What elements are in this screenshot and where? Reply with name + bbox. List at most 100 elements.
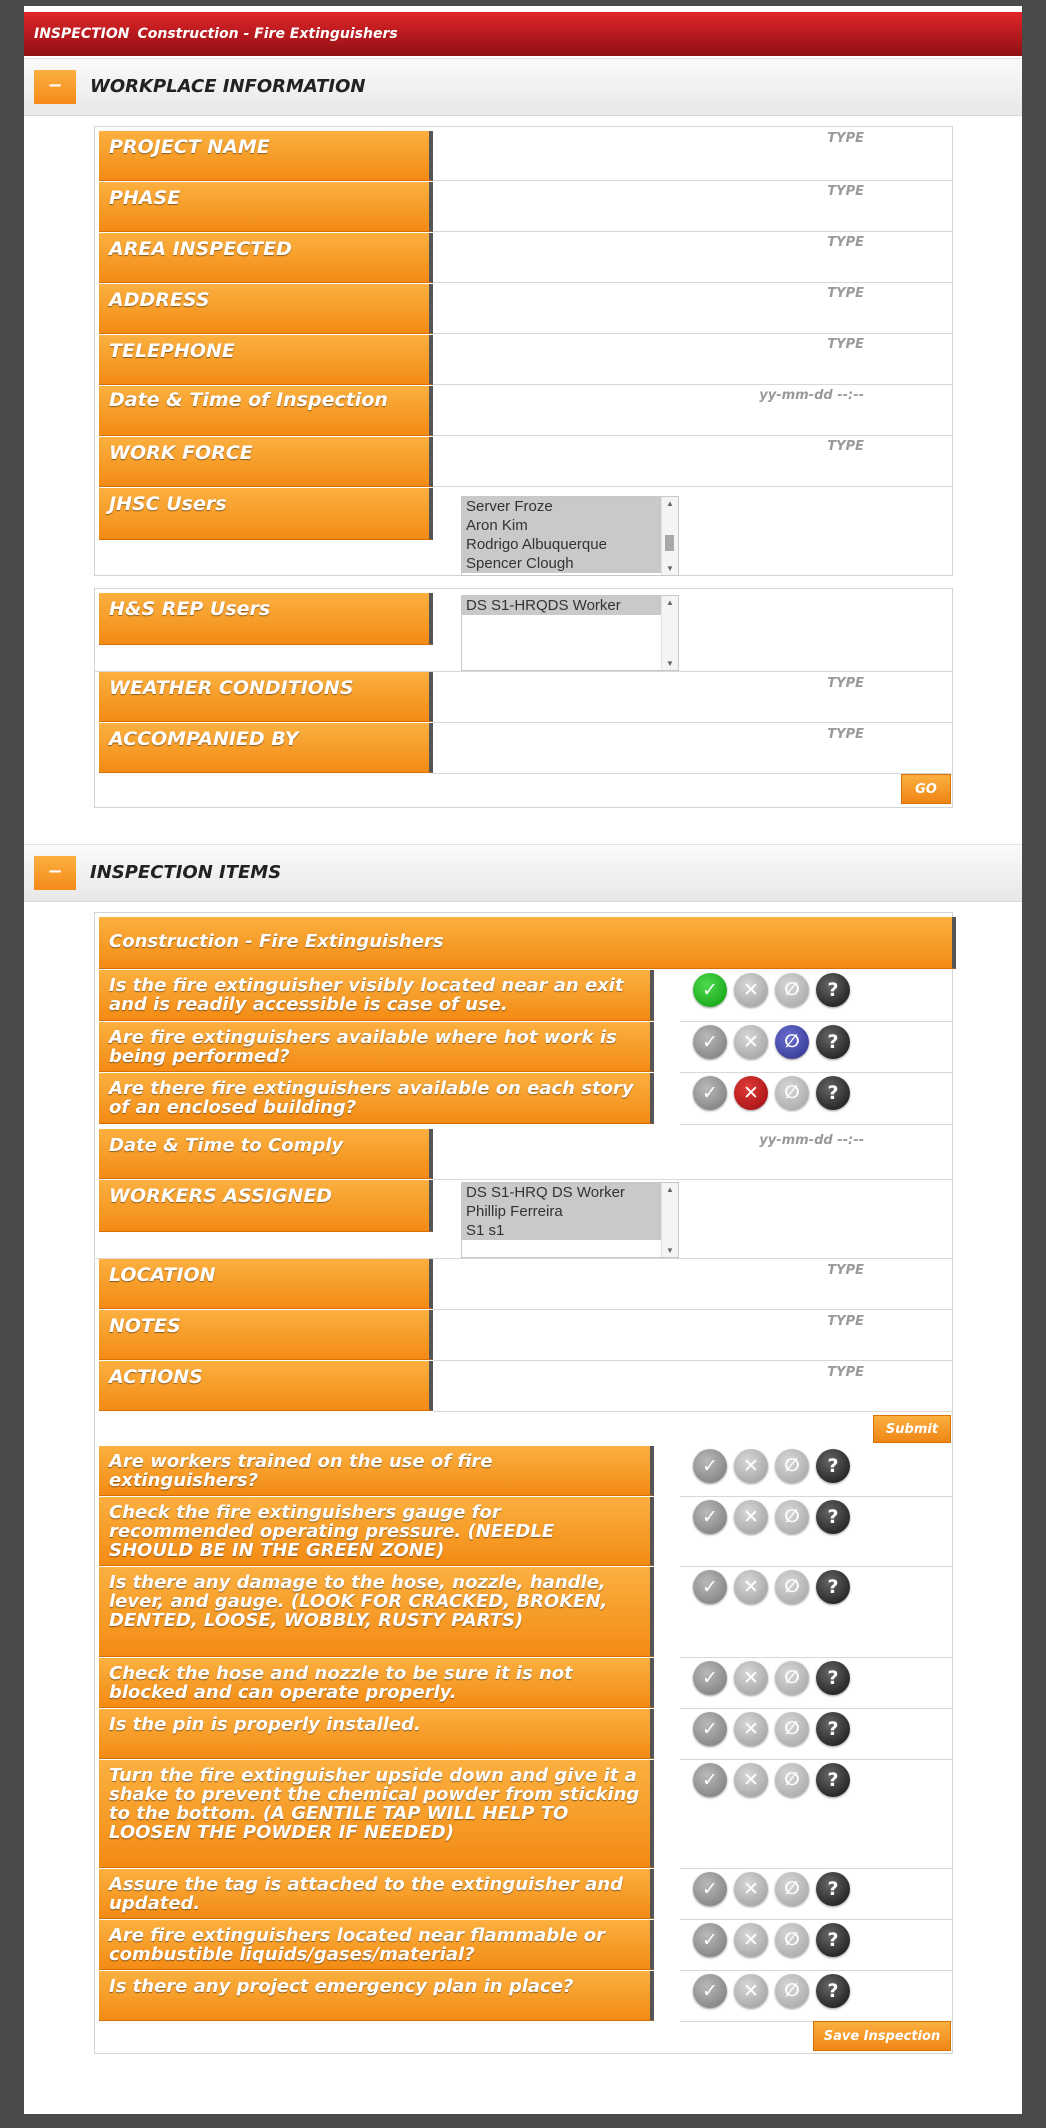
actions-field[interactable]: TYPE xyxy=(433,1361,952,1412)
check-icon[interactable]: ✓ xyxy=(693,1872,727,1906)
hs-rep-scrollbar[interactable]: ▲ ▼ xyxy=(661,596,678,670)
worker-option[interactable]: DS S1-HRQ DS Worker xyxy=(462,1183,662,1202)
work-force-field[interactable]: TYPE xyxy=(433,435,952,487)
help-icon[interactable]: ? xyxy=(816,1076,850,1110)
not-applicable-icon[interactable]: ∅ xyxy=(775,1500,809,1534)
jhsc-users-listbox[interactable]: Server Froze Aron Kim Rodrigo Albuquerqu… xyxy=(461,496,679,576)
weather-conditions-label: WEATHER CONDITIONS xyxy=(99,672,433,722)
accompanied-by-field[interactable]: TYPE xyxy=(433,723,952,774)
phase-placeholder: TYPE xyxy=(827,184,864,199)
inspection-question: Is the pin is properly installed. xyxy=(99,1709,654,1759)
check-icon[interactable]: ✓ xyxy=(693,1974,727,2008)
inspection-datetime-field[interactable]: yy-mm-dd --:-- xyxy=(433,384,952,436)
help-icon[interactable]: ? xyxy=(816,1661,850,1695)
not-applicable-icon[interactable]: ∅ xyxy=(775,1449,809,1483)
inspection-question: Is the fire extinguisher visibly located… xyxy=(99,970,654,1021)
weather-conditions-field[interactable]: TYPE xyxy=(433,672,952,723)
phase-field[interactable]: TYPE xyxy=(433,180,952,232)
jhsc-scrollbar[interactable]: ▲ ▼ xyxy=(661,497,678,575)
not-applicable-icon[interactable]: ∅ xyxy=(775,1923,809,1957)
area-inspected-field[interactable]: TYPE xyxy=(433,231,952,283)
not-applicable-icon[interactable]: ∅ xyxy=(775,973,809,1007)
worker-option[interactable]: Phillip Ferreira xyxy=(462,1202,662,1221)
scroll-thumb[interactable] xyxy=(665,535,674,551)
check-icon[interactable]: ✓ xyxy=(693,1025,727,1059)
not-applicable-icon[interactable]: ∅ xyxy=(775,1570,809,1604)
notes-placeholder: TYPE xyxy=(827,1314,864,1329)
jhsc-option[interactable]: Spencer Clough xyxy=(462,554,662,573)
x-icon[interactable]: ✕ xyxy=(734,1923,768,1957)
not-applicable-icon[interactable]: ∅ xyxy=(775,1076,809,1110)
submit-button[interactable]: Submit xyxy=(873,1415,951,1443)
x-icon[interactable]: ✕ xyxy=(734,1872,768,1906)
not-applicable-icon[interactable]: ∅ xyxy=(775,1661,809,1695)
x-icon[interactable]: ✕ xyxy=(734,1974,768,2008)
phase-label: PHASE xyxy=(99,182,433,232)
scroll-up-icon[interactable]: ▲ xyxy=(662,499,678,508)
x-icon[interactable]: ✕ xyxy=(734,973,768,1007)
date-to-comply-field[interactable]: yy-mm-dd --:-- xyxy=(433,1129,952,1180)
workers-scrollbar[interactable]: ▲ ▼ xyxy=(661,1183,678,1257)
help-icon[interactable]: ? xyxy=(816,1763,850,1797)
check-icon[interactable]: ✓ xyxy=(693,1076,727,1110)
help-icon[interactable]: ? xyxy=(816,1872,850,1906)
scroll-down-icon[interactable]: ▼ xyxy=(662,659,678,668)
inspection-question: Assure the tag is attached to the exting… xyxy=(99,1869,654,1919)
project-name-field[interactable]: TYPE xyxy=(433,127,952,181)
workers-assigned-listbox[interactable]: DS S1-HRQ DS Worker Phillip Ferreira S1 … xyxy=(461,1182,679,1258)
jhsc-option[interactable]: Aron Kim xyxy=(462,516,662,535)
x-icon[interactable]: ✕ xyxy=(734,1449,768,1483)
help-icon[interactable]: ? xyxy=(816,1449,850,1483)
notes-field[interactable]: TYPE xyxy=(433,1310,952,1361)
not-applicable-icon[interactable]: ∅ xyxy=(775,1025,809,1059)
scroll-down-icon[interactable]: ▼ xyxy=(662,1246,678,1255)
location-label: LOCATION xyxy=(99,1259,433,1309)
not-applicable-icon[interactable]: ∅ xyxy=(775,1872,809,1906)
check-icon[interactable]: ✓ xyxy=(693,1449,727,1483)
telephone-placeholder: TYPE xyxy=(827,337,864,352)
help-icon[interactable]: ? xyxy=(816,1923,850,1957)
help-icon[interactable]: ? xyxy=(816,1974,850,2008)
jhsc-option[interactable]: Server Froze xyxy=(462,497,662,516)
go-button[interactable]: GO xyxy=(901,774,951,804)
address-field[interactable]: TYPE xyxy=(433,282,952,334)
x-icon[interactable]: ✕ xyxy=(734,1025,768,1059)
inspection-section-title: INSPECTION ITEMS xyxy=(90,862,282,883)
check-icon[interactable]: ✓ xyxy=(693,1923,727,1957)
scroll-up-icon[interactable]: ▲ xyxy=(662,1185,678,1194)
check-icon[interactable]: ✓ xyxy=(693,1500,727,1534)
scroll-up-icon[interactable]: ▲ xyxy=(662,598,678,607)
jhsc-option[interactable]: Rodrigo Albuquerque xyxy=(462,535,662,554)
x-icon[interactable]: ✕ xyxy=(734,1661,768,1695)
x-icon[interactable]: ✕ xyxy=(734,1500,768,1534)
help-icon[interactable]: ? xyxy=(816,1712,850,1746)
x-icon[interactable]: ✕ xyxy=(734,1763,768,1797)
workplace-collapse-button[interactable]: − xyxy=(34,70,76,104)
help-icon[interactable]: ? xyxy=(816,1570,850,1604)
check-icon[interactable]: ✓ xyxy=(693,973,727,1007)
worker-option[interactable]: S1 s1 xyxy=(462,1221,662,1240)
work-force-label: WORK FORCE xyxy=(99,437,433,487)
inspection-question: Is there any project emergency plan in p… xyxy=(99,1971,654,2021)
check-icon[interactable]: ✓ xyxy=(693,1570,727,1604)
check-icon[interactable]: ✓ xyxy=(693,1661,727,1695)
help-icon[interactable]: ? xyxy=(816,973,850,1007)
help-icon[interactable]: ? xyxy=(816,1500,850,1534)
inspection-collapse-button[interactable]: − xyxy=(34,856,76,890)
x-icon[interactable]: ✕ xyxy=(734,1076,768,1110)
row-divider xyxy=(680,1970,952,1971)
not-applicable-icon[interactable]: ∅ xyxy=(775,1712,809,1746)
not-applicable-icon[interactable]: ∅ xyxy=(775,1763,809,1797)
help-icon[interactable]: ? xyxy=(816,1025,850,1059)
x-icon[interactable]: ✕ xyxy=(734,1712,768,1746)
check-icon[interactable]: ✓ xyxy=(693,1763,727,1797)
check-icon[interactable]: ✓ xyxy=(693,1712,727,1746)
not-applicable-icon[interactable]: ∅ xyxy=(775,1974,809,2008)
scroll-down-icon[interactable]: ▼ xyxy=(662,564,678,573)
telephone-field[interactable]: TYPE xyxy=(433,333,952,385)
hs-rep-option[interactable]: DS S1-HRQDS Worker xyxy=(462,596,662,615)
location-field[interactable]: TYPE xyxy=(433,1259,952,1310)
hs-rep-users-listbox[interactable]: DS S1-HRQDS Worker ▲ ▼ xyxy=(461,595,679,671)
x-icon[interactable]: ✕ xyxy=(734,1570,768,1604)
save-inspection-button[interactable]: Save Inspection xyxy=(813,2021,951,2051)
